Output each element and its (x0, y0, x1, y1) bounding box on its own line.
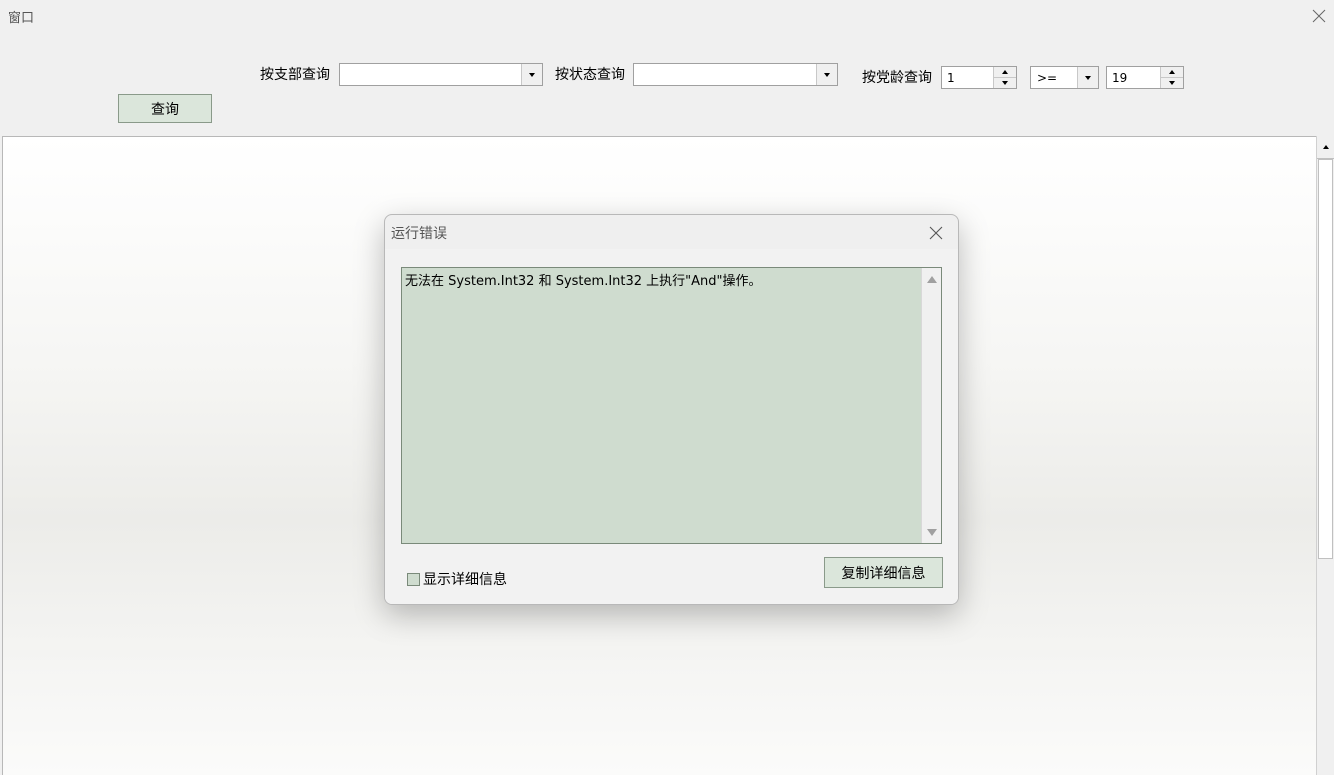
close-icon (1312, 9, 1326, 23)
checkbox-box[interactable] (407, 572, 420, 586)
message-scrollbar[interactable] (921, 268, 941, 543)
dialog-body: 无法在 System.Int32 和 System.Int32 上执行"And"… (385, 249, 958, 604)
status-label: 按状态查询 (555, 67, 625, 83)
operator-dropdown[interactable] (1077, 67, 1098, 88)
chevron-down-icon (824, 72, 830, 77)
spin-down-icon[interactable] (994, 78, 1016, 88)
age-max-value[interactable]: 19 (1112, 71, 1127, 85)
branch-label: 按支部查询 (260, 67, 330, 83)
status-combo-dropdown[interactable] (816, 64, 837, 85)
operator-combo[interactable]: >= (1030, 66, 1099, 89)
error-message-box[interactable]: 无法在 System.Int32 和 System.Int32 上执行"And"… (401, 267, 942, 544)
age-max-spinner[interactable]: 19 (1106, 66, 1184, 89)
dialog-title: 运行错误 (391, 226, 447, 242)
error-message-text: 无法在 System.Int32 和 System.Int32 上执行"And"… (405, 274, 762, 289)
close-icon (929, 226, 943, 240)
age-label: 按党龄查询 (862, 70, 932, 86)
chevron-down-icon (1085, 75, 1091, 80)
age-min-value[interactable]: 1 (947, 71, 955, 85)
age-min-spin-buttons (993, 67, 1016, 88)
results-vertical-scrollbar[interactable] (1316, 136, 1334, 775)
show-details-checkbox[interactable]: 显示详细信息 (407, 569, 507, 589)
chevron-down-icon (529, 72, 535, 77)
scroll-up-icon[interactable] (922, 270, 941, 288)
status-combo[interactable] (633, 63, 838, 86)
spin-up-icon[interactable] (994, 67, 1016, 78)
window-close-button[interactable] (1304, 0, 1334, 32)
scroll-down-icon[interactable] (922, 523, 941, 541)
operator-value: >= (1037, 71, 1058, 85)
spin-down-icon[interactable] (1161, 78, 1183, 88)
window-title: 窗口 (8, 11, 35, 26)
branch-combo[interactable] (339, 63, 543, 86)
copy-details-button[interactable]: 复制详细信息 (824, 557, 943, 588)
spin-up-icon[interactable] (1161, 67, 1183, 78)
scroll-up-icon[interactable] (1317, 136, 1334, 159)
dialog-close-button[interactable] (924, 223, 948, 243)
branch-combo-dropdown[interactable] (521, 64, 542, 85)
age-min-spinner[interactable]: 1 (941, 66, 1017, 89)
show-details-label: 显示详细信息 (423, 572, 507, 588)
age-max-spin-buttons (1160, 67, 1183, 88)
error-dialog: 运行错误 无法在 System.Int32 和 System.Int32 上执行… (384, 214, 959, 605)
query-button[interactable]: 查询 (118, 94, 212, 123)
scroll-thumb[interactable] (1318, 159, 1333, 559)
